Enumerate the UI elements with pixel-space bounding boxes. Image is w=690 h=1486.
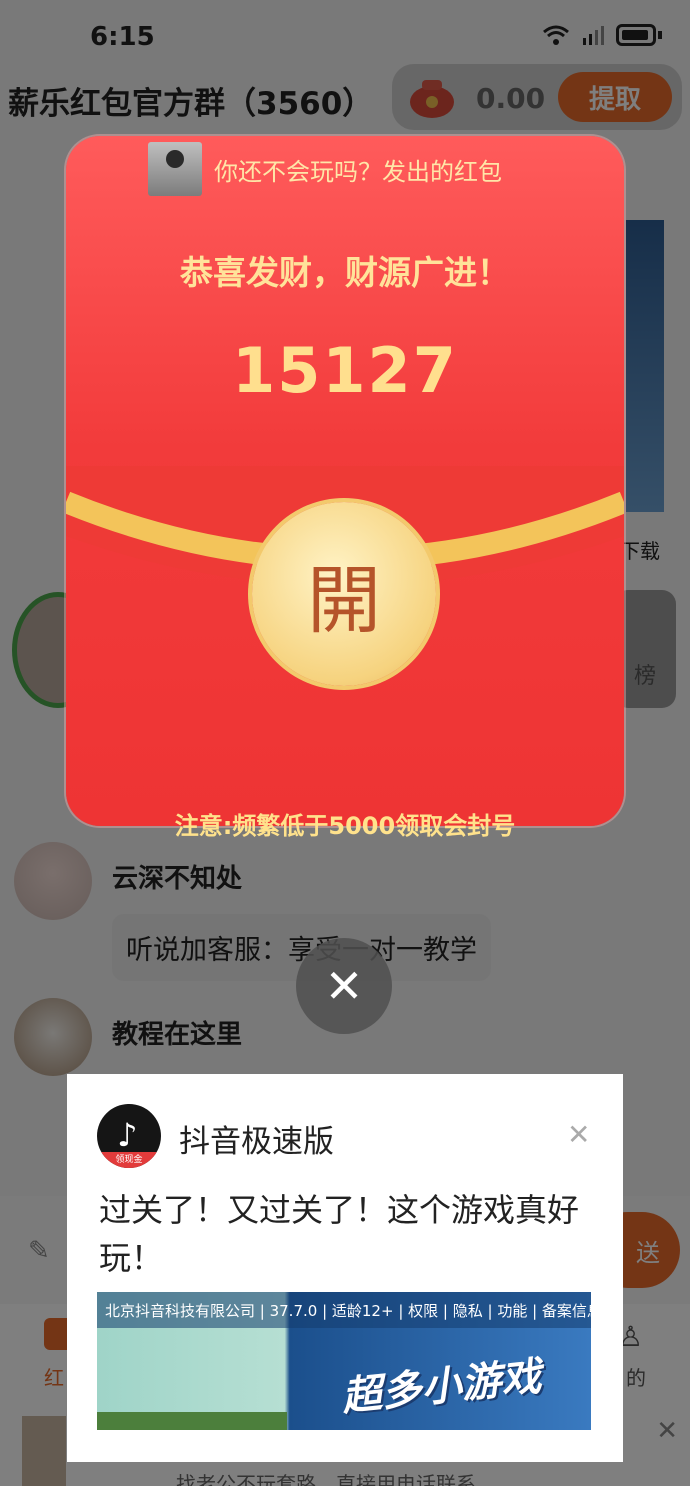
open-envelope-label: 開 [307, 557, 381, 644]
envelope-header: 你还不会玩吗？发出的红包 [148, 140, 502, 198]
ad-image-title: 超多小游戏 [339, 1353, 544, 1421]
ad-image-ground [97, 1412, 287, 1430]
close-icon: ✕ [324, 959, 364, 1013]
ad-close-icon[interactable]: ✕ [567, 1118, 590, 1151]
sender-avatar [148, 142, 202, 196]
envelope-code: 15127 [232, 334, 458, 407]
open-envelope-button[interactable]: 開 [252, 502, 436, 686]
envelope-greeting: 恭喜发财，财源广进！ [180, 253, 510, 292]
ad-image-meta: 北京抖音科技有限公司 | 37.7.0 | 适龄12+ | 权限 | 隐私 | … [105, 1302, 591, 1320]
logo-badge: 领现金 [97, 1152, 161, 1168]
music-note-icon: ♪ [117, 1116, 138, 1154]
envelope-warning: 注意:频繁低于5000领取会封号 [174, 812, 516, 840]
ad-popup[interactable]: ♪ 领现金 抖音极速版 ✕ 过关了！又过关了！这个游戏真好玩！ 北京抖音科技有限… [67, 1074, 623, 1462]
close-envelope-button[interactable]: ✕ [296, 938, 392, 1034]
ad-image[interactable]: 北京抖音科技有限公司 | 37.7.0 | 适龄12+ | 权限 | 隐私 | … [97, 1292, 591, 1430]
ad-body-text: 过关了！又过关了！这个游戏真好玩！ [99, 1191, 580, 1277]
red-envelope-card: 你还不会玩吗？发出的红包 恭喜发财，财源广进！ 15127 開 [66, 136, 624, 826]
ad-app-name: 抖音极速版 [179, 1124, 334, 1160]
douyin-logo-icon: ♪ 领现金 [97, 1104, 161, 1168]
sender-text: 你还不会玩吗？发出的红包 [214, 157, 502, 186]
